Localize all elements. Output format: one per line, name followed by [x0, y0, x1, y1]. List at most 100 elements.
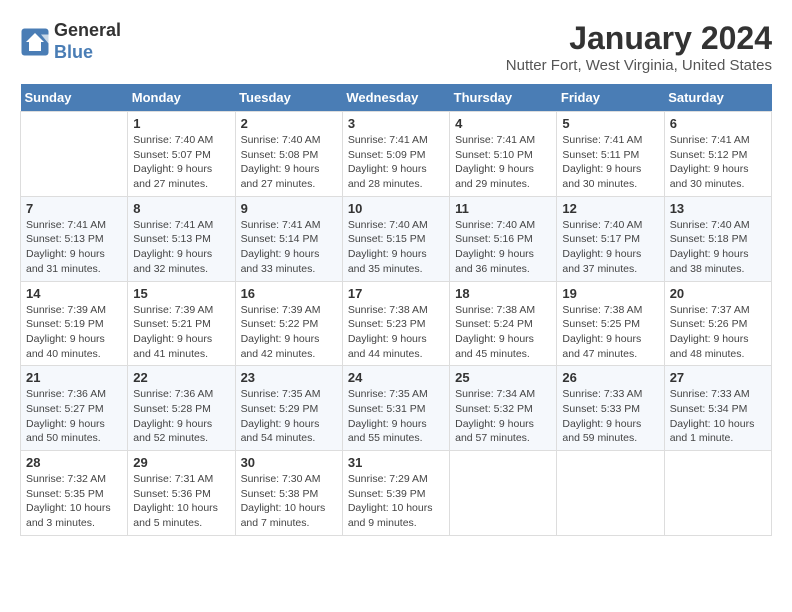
calendar-cell: 14 Sunrise: 7:39 AMSunset: 5:19 PMDayligh… [21, 281, 128, 366]
header-thursday: Thursday [450, 84, 557, 112]
day-info: Sunrise: 7:41 AMSunset: 5:14 PMDaylight:… [241, 218, 337, 277]
header-friday: Friday [557, 84, 664, 112]
calendar-cell: 13Sunrise: 7:40 AMSunset: 5:18 PMDayligh… [664, 196, 771, 281]
day-number: 27 [670, 370, 766, 385]
calendar-cell: 27 Sunrise: 7:33 AMSunset: 5:34 PMDayligh… [664, 366, 771, 451]
day-number: 9 [241, 201, 337, 216]
day-number: 2 [241, 116, 337, 131]
day-info: Sunrise: 7:39 AMSunset: 5:21 PMDaylight:… [133, 303, 229, 362]
logo-text: General Blue [54, 20, 121, 63]
day-number: 7 [26, 201, 122, 216]
calendar-cell: 3 Sunrise: 7:41 AMSunset: 5:09 PMDaylight… [342, 112, 449, 197]
day-info: Sunrise: 7:41 AMSunset: 5:09 PMDaylight:… [348, 133, 444, 192]
day-number: 22 [133, 370, 229, 385]
day-info: Sunrise: 7:40 AMSunset: 5:07 PMDaylight:… [133, 133, 229, 192]
location-subtitle: Nutter Fort, West Virginia, United State… [506, 57, 772, 74]
day-info: Sunrise: 7:29 AMSunset: 5:39 PMDaylight:… [348, 472, 444, 531]
day-info: Sunrise: 7:41 AMSunset: 5:11 PMDaylight:… [562, 133, 658, 192]
day-info: Sunrise: 7:38 AMSunset: 5:25 PMDaylight:… [562, 303, 658, 362]
day-number: 21 [26, 370, 122, 385]
calendar-week-row: 1 Sunrise: 7:40 AMSunset: 5:07 PMDaylight… [21, 112, 772, 197]
day-number: 18 [455, 286, 551, 301]
day-number: 24 [348, 370, 444, 385]
calendar-header-row: SundayMondayTuesdayWednesdayThursdayFrid… [21, 84, 772, 112]
day-number: 14 [26, 286, 122, 301]
calendar-week-row: 28 Sunrise: 7:32 AMSunset: 5:35 PMDayligh… [21, 451, 772, 536]
day-info: Sunrise: 7:34 AMSunset: 5:32 PMDaylight:… [455, 387, 551, 446]
day-info: Sunrise: 7:41 AMSunset: 5:13 PMDaylight:… [26, 218, 122, 277]
day-number: 6 [670, 116, 766, 131]
day-info: Sunrise: 7:41 AMSunset: 5:12 PMDaylight:… [670, 133, 766, 192]
day-info: Sunrise: 7:39 AMSunset: 5:19 PMDaylight:… [26, 303, 122, 362]
day-number: 19 [562, 286, 658, 301]
calendar-week-row: 21 Sunrise: 7:36 AMSunset: 5:27 PMDayligh… [21, 366, 772, 451]
calendar-cell: 7 Sunrise: 7:41 AMSunset: 5:13 PMDaylight… [21, 196, 128, 281]
day-info: Sunrise: 7:35 AMSunset: 5:29 PMDaylight:… [241, 387, 337, 446]
day-info: Sunrise: 7:36 AMSunset: 5:28 PMDaylight:… [133, 387, 229, 446]
day-number: 12 [562, 201, 658, 216]
day-info: Sunrise: 7:40 AMSunset: 5:17 PMDaylight:… [562, 218, 658, 277]
header-saturday: Saturday [664, 84, 771, 112]
calendar-cell: 19 Sunrise: 7:38 AMSunset: 5:25 PMDayligh… [557, 281, 664, 366]
calendar-cell: 20Sunrise: 7:37 AMSunset: 5:26 PMDayligh… [664, 281, 771, 366]
calendar-cell [450, 451, 557, 536]
day-number: 25 [455, 370, 551, 385]
calendar-table: SundayMondayTuesdayWednesdayThursdayFrid… [20, 84, 772, 536]
calendar-cell: 1 Sunrise: 7:40 AMSunset: 5:07 PMDaylight… [128, 112, 235, 197]
calendar-cell: 6 Sunrise: 7:41 AMSunset: 5:12 PMDaylight… [664, 112, 771, 197]
day-number: 26 [562, 370, 658, 385]
day-info: Sunrise: 7:38 AMSunset: 5:23 PMDaylight:… [348, 303, 444, 362]
day-number: 20 [670, 286, 766, 301]
month-year-title: January 2024 [506, 20, 772, 57]
day-number: 3 [348, 116, 444, 131]
calendar-cell: 4Sunrise: 7:41 AMSunset: 5:10 PMDaylight… [450, 112, 557, 197]
header-wednesday: Wednesday [342, 84, 449, 112]
calendar-cell: 18 Sunrise: 7:38 AMSunset: 5:24 PMDayligh… [450, 281, 557, 366]
day-info: Sunrise: 7:41 AMSunset: 5:13 PMDaylight:… [133, 218, 229, 277]
logo-icon [20, 27, 50, 57]
day-info: Sunrise: 7:32 AMSunset: 5:35 PMDaylight:… [26, 472, 122, 531]
calendar-week-row: 7 Sunrise: 7:41 AMSunset: 5:13 PMDaylight… [21, 196, 772, 281]
calendar-week-row: 14 Sunrise: 7:39 AMSunset: 5:19 PMDayligh… [21, 281, 772, 366]
day-info: Sunrise: 7:33 AMSunset: 5:33 PMDaylight:… [562, 387, 658, 446]
day-number: 31 [348, 455, 444, 470]
calendar-cell [664, 451, 771, 536]
day-number: 11 [455, 201, 551, 216]
day-number: 28 [26, 455, 122, 470]
calendar-cell: 24 Sunrise: 7:35 AMSunset: 5:31 PMDayligh… [342, 366, 449, 451]
day-info: Sunrise: 7:35 AMSunset: 5:31 PMDaylight:… [348, 387, 444, 446]
calendar-cell: 16Sunrise: 7:39 AMSunset: 5:22 PMDayligh… [235, 281, 342, 366]
day-number: 17 [348, 286, 444, 301]
day-number: 16 [241, 286, 337, 301]
calendar-cell: 22 Sunrise: 7:36 AMSunset: 5:28 PMDayligh… [128, 366, 235, 451]
calendar-cell: 12 Sunrise: 7:40 AMSunset: 5:17 PMDayligh… [557, 196, 664, 281]
header-sunday: Sunday [21, 84, 128, 112]
calendar-cell: 2Sunrise: 7:40 AMSunset: 5:08 PMDaylight… [235, 112, 342, 197]
day-number: 30 [241, 455, 337, 470]
day-number: 23 [241, 370, 337, 385]
day-info: Sunrise: 7:38 AMSunset: 5:24 PMDaylight:… [455, 303, 551, 362]
header-tuesday: Tuesday [235, 84, 342, 112]
calendar-cell: 30 Sunrise: 7:30 AMSunset: 5:38 PMDayligh… [235, 451, 342, 536]
calendar-cell [21, 112, 128, 197]
calendar-cell: 28 Sunrise: 7:32 AMSunset: 5:35 PMDayligh… [21, 451, 128, 536]
calendar-cell: 15Sunrise: 7:39 AMSunset: 5:21 PMDayligh… [128, 281, 235, 366]
calendar-cell: 11 Sunrise: 7:40 AMSunset: 5:16 PMDayligh… [450, 196, 557, 281]
day-number: 1 [133, 116, 229, 131]
calendar-cell: 21 Sunrise: 7:36 AMSunset: 5:27 PMDayligh… [21, 366, 128, 451]
header-monday: Monday [128, 84, 235, 112]
title-section: January 2024 Nutter Fort, West Virginia,… [506, 20, 772, 74]
day-number: 13 [670, 201, 766, 216]
calendar-cell: 31 Sunrise: 7:29 AMSunset: 5:39 PMDayligh… [342, 451, 449, 536]
day-info: Sunrise: 7:33 AMSunset: 5:34 PMDaylight:… [670, 387, 766, 446]
calendar-cell: 23 Sunrise: 7:35 AMSunset: 5:29 PMDayligh… [235, 366, 342, 451]
calendar-cell: 26 Sunrise: 7:33 AMSunset: 5:33 PMDayligh… [557, 366, 664, 451]
day-info: Sunrise: 7:36 AMSunset: 5:27 PMDaylight:… [26, 387, 122, 446]
calendar-cell: 29Sunrise: 7:31 AMSunset: 5:36 PMDayligh… [128, 451, 235, 536]
day-number: 10 [348, 201, 444, 216]
day-info: Sunrise: 7:30 AMSunset: 5:38 PMDaylight:… [241, 472, 337, 531]
day-number: 29 [133, 455, 229, 470]
calendar-cell: 9 Sunrise: 7:41 AMSunset: 5:14 PMDaylight… [235, 196, 342, 281]
day-info: Sunrise: 7:40 AMSunset: 5:16 PMDaylight:… [455, 218, 551, 277]
calendar-cell: 5Sunrise: 7:41 AMSunset: 5:11 PMDaylight… [557, 112, 664, 197]
